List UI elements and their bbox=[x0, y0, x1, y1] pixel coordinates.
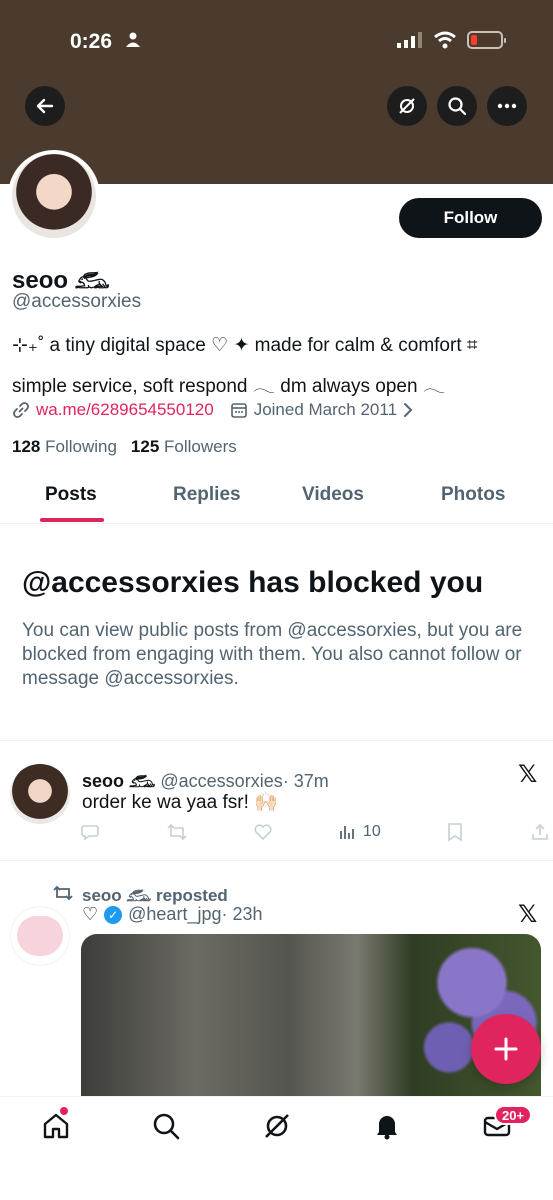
arrow-left-icon bbox=[36, 98, 54, 114]
repost-indicator: seoo 𓃹 reposted bbox=[52, 878, 228, 907]
battery-icon bbox=[467, 31, 506, 49]
post-header: seoo 𓃹 @accessorxies· 37m bbox=[82, 763, 329, 793]
post-image[interactable] bbox=[81, 934, 541, 1096]
share-icon[interactable] bbox=[530, 822, 550, 842]
verified-badge-icon: ✓ bbox=[104, 905, 123, 924]
x-logo-icon: 𝕏 bbox=[518, 761, 538, 788]
post-author-name[interactable]: ♡ bbox=[82, 904, 98, 925]
post-author-name[interactable]: seoo 𓃹 bbox=[82, 771, 155, 791]
bottom-nav: 20+ bbox=[0, 1096, 553, 1200]
reply-icon[interactable] bbox=[80, 822, 100, 842]
divider bbox=[0, 740, 553, 741]
profile-tabs: Posts Replies Videos Photos bbox=[0, 474, 553, 524]
following-stat[interactable]: 128 Following bbox=[12, 437, 117, 457]
joined-date: Joined March 2011 bbox=[253, 400, 398, 419]
tab-photos[interactable]: Photos bbox=[441, 484, 505, 506]
follow-stats: 128 Following 125 Followers bbox=[12, 437, 237, 457]
back-button[interactable] bbox=[25, 86, 65, 126]
signal-icon bbox=[397, 32, 422, 48]
tab-posts[interactable]: Posts bbox=[45, 484, 97, 506]
x-logo-icon: 𝕏 bbox=[518, 901, 538, 928]
post-avatar[interactable] bbox=[10, 764, 70, 824]
blocked-title: @accessorxies has blocked you bbox=[22, 566, 484, 599]
repost-icon bbox=[53, 885, 73, 900]
home-icon[interactable] bbox=[41, 1111, 71, 1141]
profile-handle: @accessorxies bbox=[12, 291, 142, 312]
grok-button[interactable] bbox=[387, 86, 427, 126]
post-actions: 10 bbox=[80, 822, 550, 842]
chevron-right-icon[interactable] bbox=[403, 402, 413, 418]
profile-link[interactable]: wa.me/6289654550120 bbox=[36, 400, 214, 420]
messages-badge: 20+ bbox=[494, 1105, 533, 1125]
repost-icon[interactable] bbox=[166, 822, 188, 842]
post-header: ♡ ✓ @heart_jpg · 23h bbox=[82, 904, 263, 925]
person-icon bbox=[126, 32, 140, 47]
grok-icon[interactable] bbox=[262, 1111, 292, 1141]
followers-stat[interactable]: 125 Followers bbox=[131, 437, 237, 457]
bio-line-2: simple service, soft respond 𓂃 dm always… bbox=[12, 376, 446, 397]
calendar-icon bbox=[230, 403, 247, 418]
profile-meta: wa.me/6289654550120 Joined March 2011 bbox=[12, 400, 413, 420]
post-time: · 37m bbox=[282, 771, 329, 791]
notification-dot bbox=[60, 1107, 68, 1115]
bookmark-icon[interactable] bbox=[446, 822, 464, 842]
divider bbox=[0, 860, 553, 861]
post-avatar[interactable] bbox=[10, 906, 70, 966]
bell-icon[interactable] bbox=[372, 1111, 402, 1141]
search-icon[interactable] bbox=[151, 1111, 181, 1141]
tab-videos[interactable]: Videos bbox=[302, 484, 364, 506]
tab-replies[interactable]: Replies bbox=[173, 484, 241, 506]
link-icon bbox=[13, 402, 29, 418]
like-icon[interactable] bbox=[253, 822, 273, 842]
blocked-text: You can view public posts from @accessor… bbox=[22, 620, 523, 689]
plus-icon bbox=[494, 1037, 518, 1061]
post-text: order ke wa yaa fsr! 🙌🏻 bbox=[82, 792, 278, 813]
profile-avatar[interactable] bbox=[8, 150, 100, 242]
follow-button[interactable]: Follow bbox=[399, 198, 542, 238]
views-icon bbox=[340, 826, 354, 839]
more-icon bbox=[497, 103, 517, 109]
search-button[interactable] bbox=[437, 86, 477, 126]
active-tab-indicator bbox=[40, 518, 104, 522]
status-time: 0:26 bbox=[70, 30, 113, 53]
status-indicators bbox=[397, 31, 506, 49]
wifi-icon bbox=[434, 31, 456, 49]
post-time: · 23h bbox=[221, 904, 263, 924]
grok-icon bbox=[399, 98, 415, 114]
search-icon bbox=[448, 97, 467, 116]
post-author-handle[interactable]: @heart_jpg bbox=[128, 904, 221, 925]
compose-button[interactable] bbox=[471, 1014, 541, 1084]
profile-name: seoo 𓃹 bbox=[12, 267, 110, 294]
post-author-handle[interactable]: @accessorxies bbox=[160, 771, 282, 791]
more-button[interactable] bbox=[487, 86, 527, 126]
views-count[interactable]: 10 bbox=[339, 823, 381, 841]
bio-line-1: ⊹₊˚ a tiny digital space ♡ ✦ made for ca… bbox=[12, 335, 478, 356]
